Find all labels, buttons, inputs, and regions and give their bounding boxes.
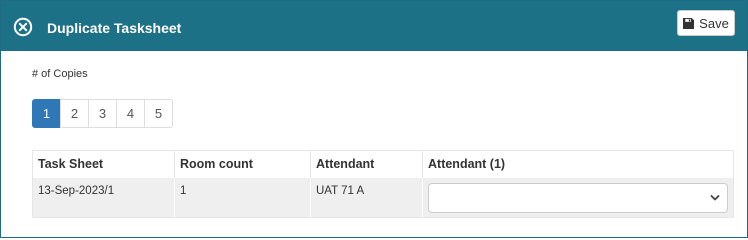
header-cell-attendant: Attendant [311, 151, 423, 178]
copies-option-1[interactable]: 1 [32, 99, 61, 128]
cell-attendant: UAT 71 A [311, 178, 423, 217]
chevron-down-icon [710, 195, 720, 201]
copies-option-2[interactable]: 2 [60, 99, 89, 128]
copies-pagination: 1 2 3 4 5 [32, 99, 173, 128]
header-cell-attendant-1: Attendant (1) [423, 151, 733, 178]
copies-label: # of Copies [32, 68, 88, 80]
tasksheet-table: Task Sheet Room count Attendant Attendan… [32, 150, 734, 218]
table-row: 13-Sep-2023/1 1 UAT 71 A [33, 178, 733, 217]
header-task-sheet: Task Sheet [38, 157, 104, 171]
copies-option-4[interactable]: 4 [116, 99, 145, 128]
cell-room-count: 1 [175, 178, 311, 217]
dialog-header: Duplicate Tasksheet Save [1, 1, 747, 51]
dialog-title: Duplicate Tasksheet [47, 20, 182, 36]
save-button-label: Save [699, 15, 729, 31]
copies-option-5[interactable]: 5 [144, 99, 173, 128]
floppy-disk-icon [683, 17, 695, 29]
header-cell-room-count: Room count [175, 151, 311, 178]
header-attendant-1: Attendant (1) [428, 157, 506, 171]
cell-attendant-1 [423, 178, 733, 217]
save-button[interactable]: Save [677, 10, 735, 36]
attendant-1-select[interactable] [428, 183, 728, 213]
attendant-value: UAT 71 A [316, 185, 365, 197]
room-count-value: 1 [180, 185, 187, 197]
header-cell-task-sheet: Task Sheet [33, 151, 175, 178]
copies-option-3[interactable]: 3 [88, 99, 117, 128]
duplicate-tasksheet-dialog: Duplicate Tasksheet Save # of Copies 1 2… [0, 0, 748, 238]
header-attendant: Attendant [316, 157, 375, 171]
table-header-row: Task Sheet Room count Attendant Attendan… [33, 151, 733, 178]
task-sheet-value: 13-Sep-2023/1 [38, 185, 115, 197]
close-icon[interactable] [13, 17, 33, 37]
cell-task-sheet: 13-Sep-2023/1 [33, 178, 175, 217]
header-room-count: Room count [180, 157, 253, 171]
